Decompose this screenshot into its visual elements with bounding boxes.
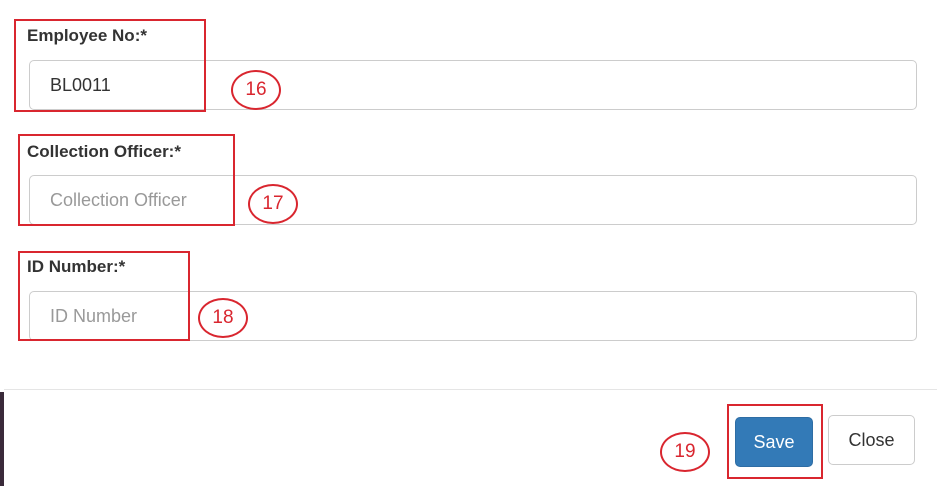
id-number-input[interactable] <box>29 291 917 341</box>
collection-officer-label: Collection Officer:* <box>27 142 181 161</box>
collection-officer-input[interactable] <box>29 175 917 225</box>
annotation-number-16: 16 <box>231 70 281 110</box>
id-number-label: ID Number:* <box>27 257 126 276</box>
modal-dialog: Employee No:* Collection Officer:* ID Nu… <box>0 0 937 486</box>
employee-no-input[interactable] <box>29 60 917 110</box>
save-button[interactable]: Save <box>735 417 813 467</box>
annotation-number-18: 18 <box>198 298 248 338</box>
modal-body: Employee No:* Collection Officer:* ID Nu… <box>4 0 937 390</box>
annotation-number-19: 19 <box>660 432 710 472</box>
annotation-number-17: 17 <box>248 184 298 224</box>
close-button[interactable]: Close <box>828 415 915 465</box>
employee-no-label: Employee No:* <box>27 26 147 45</box>
modal-footer: Save Close <box>4 389 937 486</box>
